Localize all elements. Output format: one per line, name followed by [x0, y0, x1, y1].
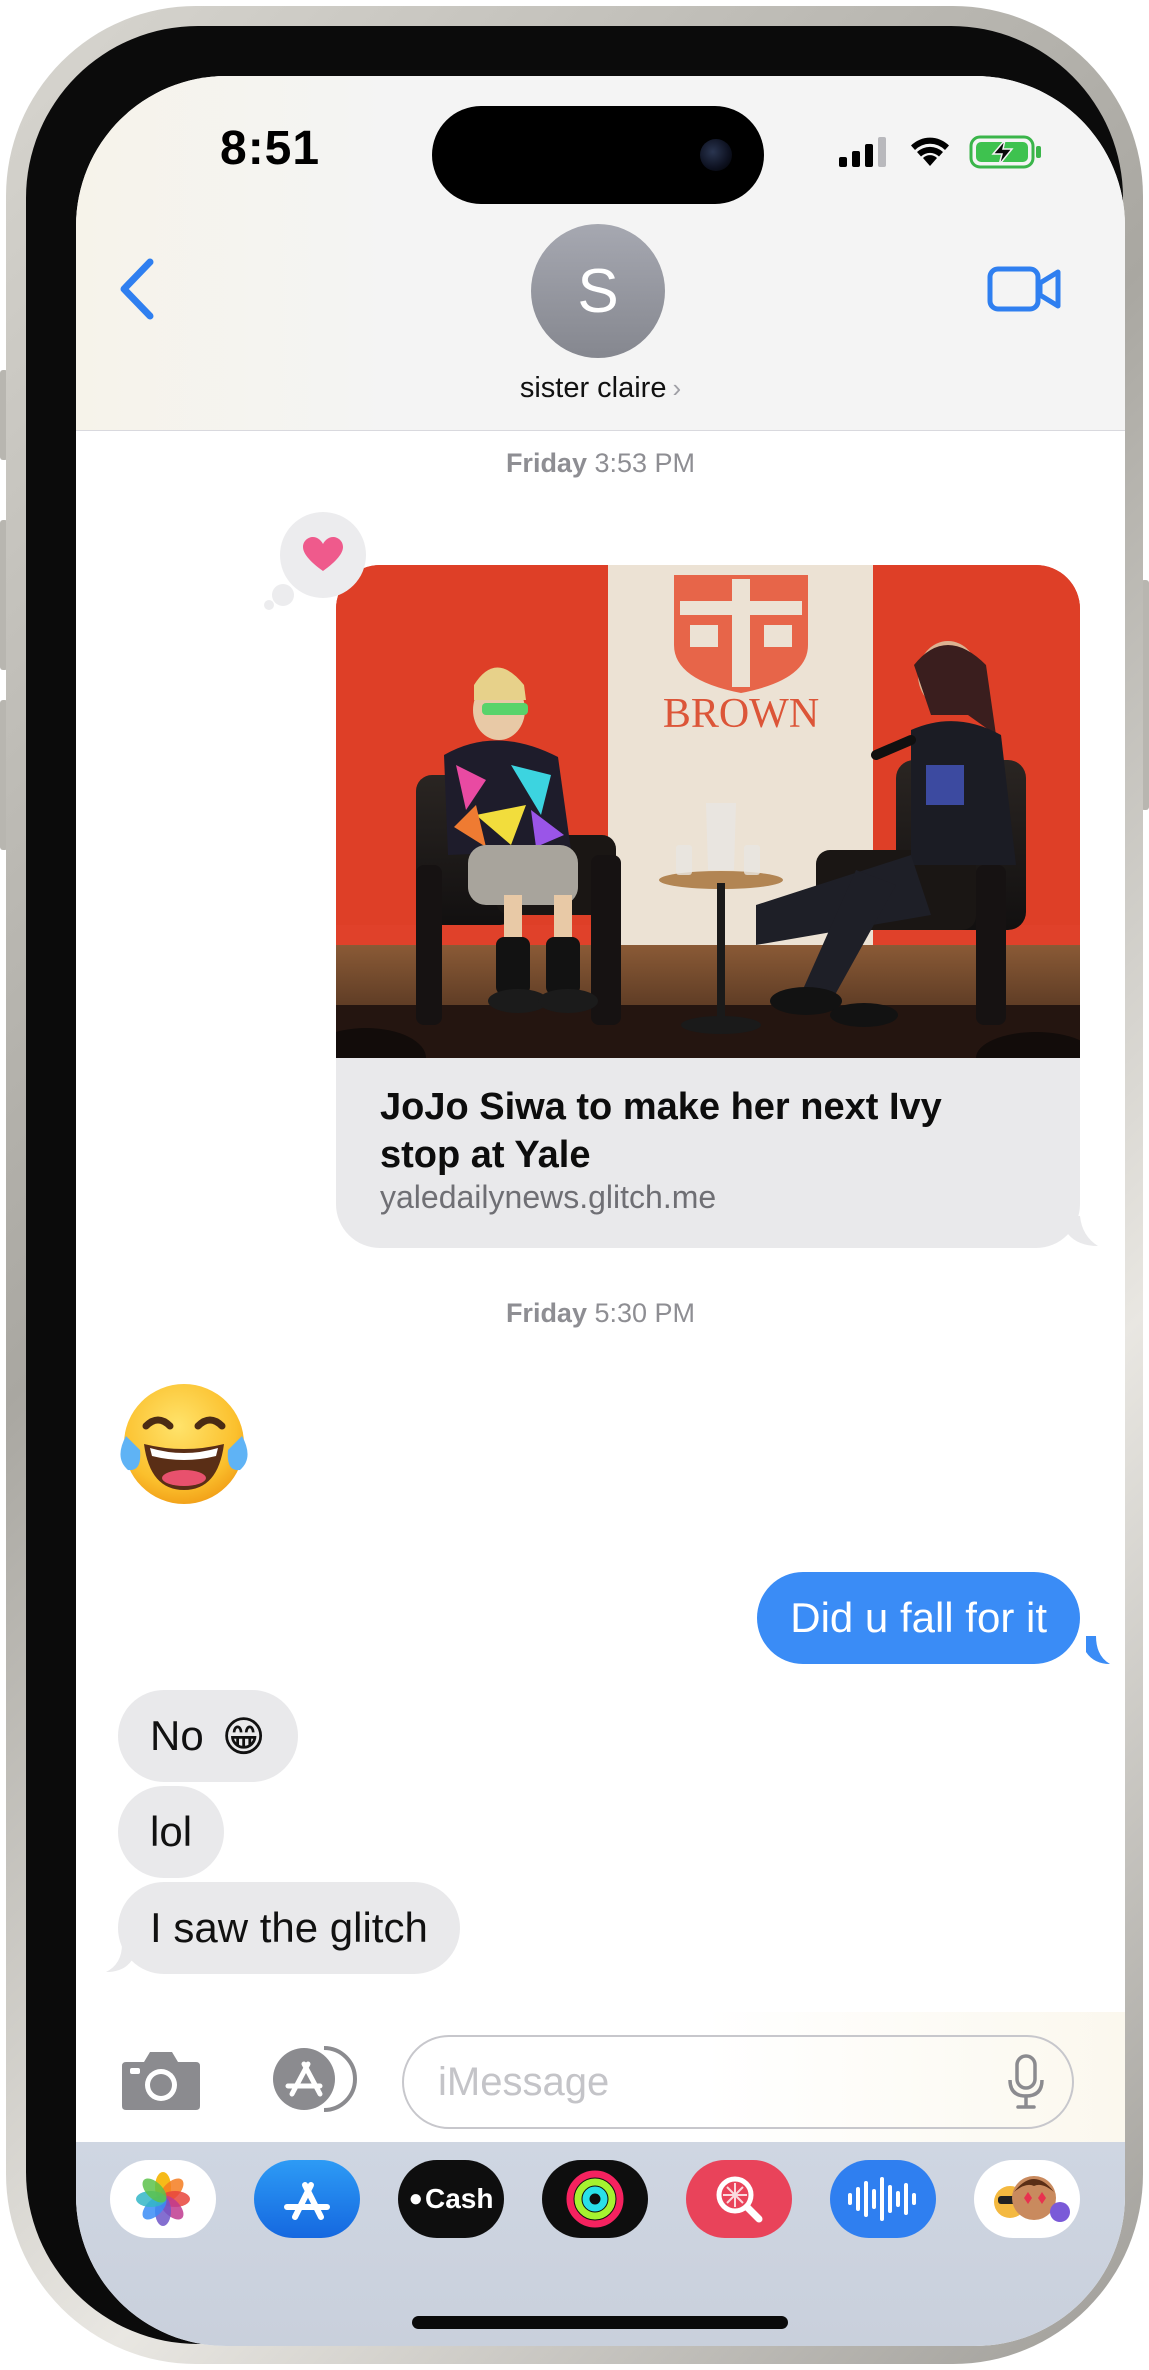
conversation-header: 8:51 S sister claire › [76, 76, 1125, 431]
link-preview-image: BROWN [336, 565, 1080, 1058]
message-text: lol [150, 1808, 193, 1855]
status-time: 8:51 [220, 122, 321, 175]
heart-icon [303, 537, 343, 571]
app-store-icon[interactable] [254, 2160, 360, 2238]
memoji-icon[interactable] [974, 2160, 1080, 2238]
tapback-tail-dot [272, 584, 294, 606]
incoming-message[interactable]: lol [118, 1786, 225, 1878]
front-camera [700, 139, 732, 171]
timestamp-time: 5:30 PM [594, 1298, 696, 1328]
timestamp: Friday 3:53 PM [76, 448, 1125, 479]
tears-of-joy-emoji[interactable] [118, 1378, 250, 1510]
apple-cash-label: Cash [425, 2183, 494, 2214]
bubble-tail [106, 1944, 132, 1972]
wifi-icon [911, 137, 949, 166]
avatar-initial: S [577, 256, 619, 326]
grinning-emoji: 😁 [221, 1712, 266, 1760]
apps-button[interactable] [258, 2044, 358, 2114]
activity-icon[interactable] [542, 2160, 648, 2238]
link-title: JoJo Siwa to make her next Ivy stop at Y… [380, 1086, 942, 1176]
apple-logo-icon: ● [408, 2185, 424, 2212]
message-text: I saw the glitch [150, 1904, 428, 1951]
contact-name-button[interactable]: sister claire › [76, 372, 1125, 405]
bubble-tail [1068, 1216, 1098, 1246]
outgoing-message[interactable]: Did u fall for it [757, 1572, 1080, 1664]
audio-message-icon[interactable] [830, 2160, 936, 2238]
link-preview-card[interactable]: BROWN JoJo Siwa to make her next Ivy sto… [336, 565, 1080, 1248]
timestamp-day: Friday [505, 448, 587, 478]
home-indicator[interactable] [412, 2316, 788, 2329]
screen: 8:51 S sister claire › Friday 3:53 PM BR… [76, 76, 1125, 2346]
images-search-icon[interactable] [686, 2160, 792, 2238]
back-chevron-icon[interactable] [112, 254, 158, 324]
phone-bezel: 8:51 S sister claire › Friday 3:53 PM BR… [26, 26, 1125, 2346]
tapback-heart[interactable] [280, 512, 366, 598]
link-url: yaledailynews.glitch.me [380, 1179, 717, 1215]
cellular-signal-icon [839, 137, 886, 167]
timestamp-time: 3:53 PM [594, 448, 696, 478]
tapback-tail-dot [264, 600, 274, 610]
dynamic-island [432, 106, 764, 204]
timestamp-day: Friday [505, 1298, 587, 1328]
apple-cash-icon[interactable]: ● Cash [398, 2160, 504, 2238]
contact-avatar[interactable]: S [531, 224, 665, 358]
phone-frame: 8:51 S sister claire › Friday 3:53 PM BR… [6, 6, 1143, 2364]
incoming-message[interactable]: I saw the glitch [118, 1882, 460, 1974]
incoming-message[interactable]: No 😁 [118, 1690, 298, 1782]
battery-charging-icon [969, 135, 1041, 169]
camera-icon[interactable] [120, 2048, 202, 2112]
message-input[interactable] [402, 2035, 1074, 2129]
microphone-icon[interactable] [1006, 2054, 1046, 2110]
timestamp: Friday 5:30 PM [76, 1298, 1125, 1329]
contact-name: sister claire [519, 372, 667, 404]
message-text: No [150, 1712, 204, 1759]
video-camera-icon[interactable] [987, 264, 1063, 314]
app-store-icon [273, 2046, 357, 2112]
photos-icon[interactable] [110, 2160, 216, 2238]
status-icons [839, 134, 1043, 170]
chevron-right-icon: › [672, 373, 682, 403]
banner-text: BROWN [663, 691, 819, 737]
bubble-tail [1086, 1636, 1110, 1664]
message-text: Did u fall for it [790, 1594, 1047, 1641]
